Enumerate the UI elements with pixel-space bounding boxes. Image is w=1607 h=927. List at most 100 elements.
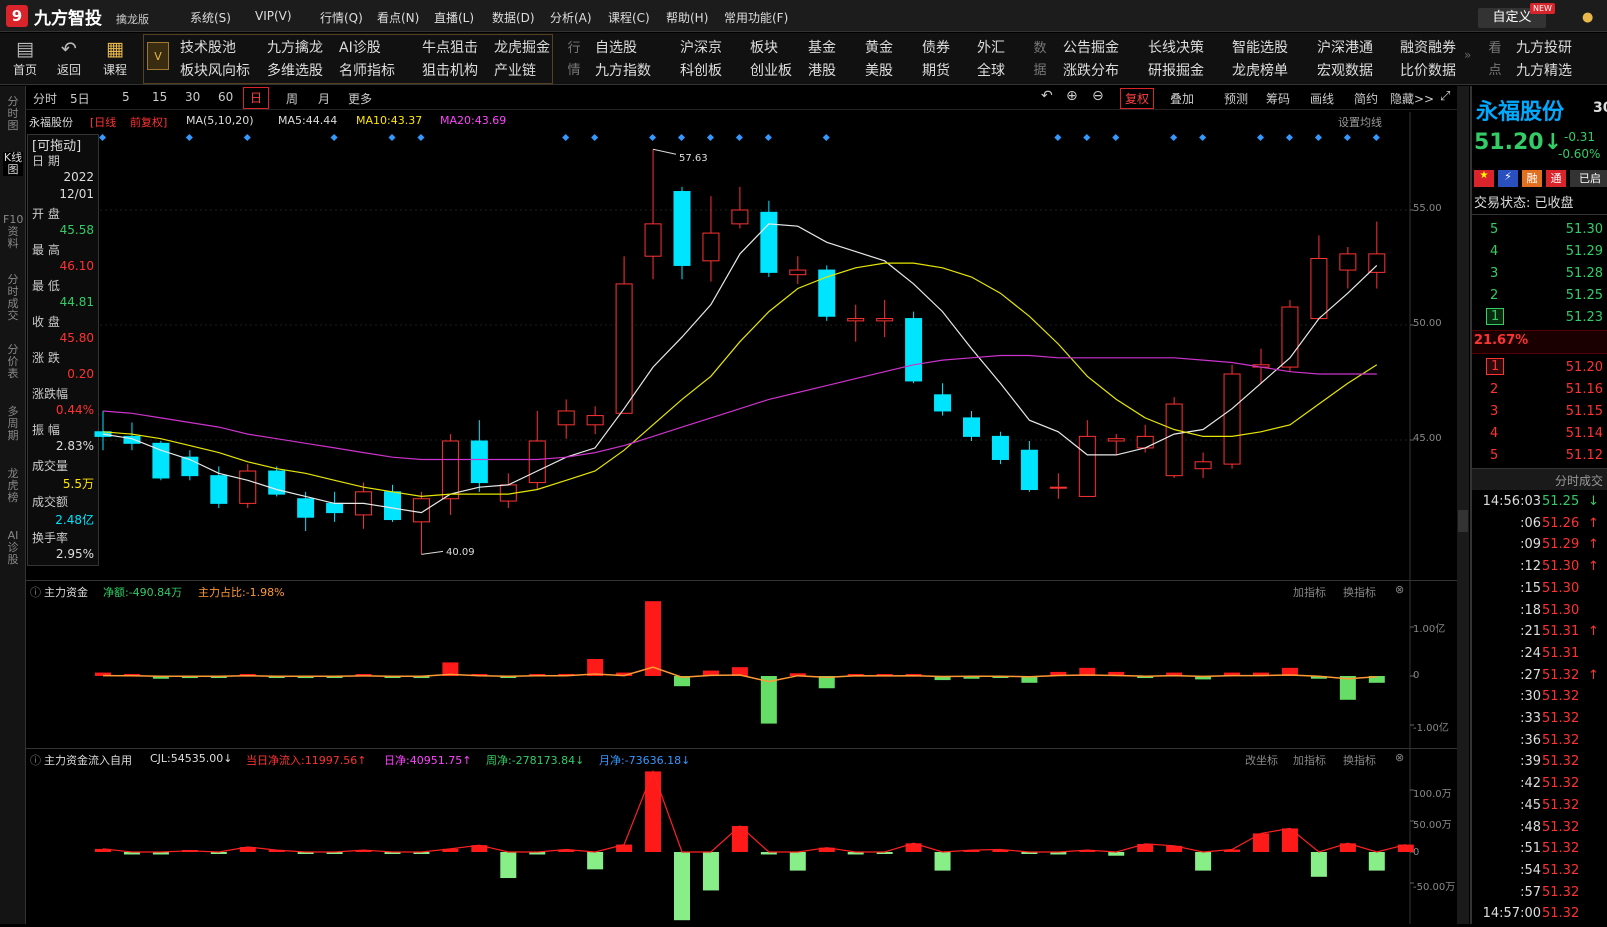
- panel2-close-icon[interactable]: ⊗: [1395, 751, 1404, 764]
- kline-chart-svg[interactable]: [0, 0, 1457, 924]
- signal-marker: [1199, 133, 1207, 142]
- tick-time: 14:57:00: [1482, 906, 1541, 922]
- bid5-num: 5: [1490, 448, 1499, 463]
- tick-arrow: ↑: [1588, 624, 1599, 640]
- panel2-switch-button[interactable]: 换指标: [1343, 752, 1376, 768]
- tick-row: :45 51.32: [1472, 798, 1607, 819]
- fund-bar: [645, 601, 662, 676]
- tick-time: :30: [1520, 689, 1541, 705]
- tick-row: :21 51.31 ↑: [1472, 624, 1607, 645]
- flow-bar: [934, 852, 951, 871]
- candle-body: [644, 223, 662, 257]
- ask4-num: 4: [1490, 244, 1499, 259]
- flow-bar: [674, 852, 690, 921]
- ma-lines-layer: [102, 223, 1378, 514]
- panel2-help-icon[interactable]: ⓘ: [30, 752, 41, 768]
- candle-body: [297, 498, 315, 518]
- ma20-line: [102, 354, 1377, 461]
- tick-arrow: ↓: [1588, 494, 1599, 509]
- signal-marker: [1083, 133, 1091, 142]
- p2-tick-100: 100.0万: [1413, 789, 1452, 800]
- ask5-num: 5: [1490, 222, 1499, 237]
- candle-body: [731, 209, 749, 225]
- flag-china-icon[interactable]: ★: [1474, 170, 1494, 187]
- candle-body: [934, 394, 952, 412]
- candle-body: [1194, 461, 1212, 470]
- chart-vertical-scrollbar[interactable]: [1457, 86, 1469, 924]
- flag-margin-icon[interactable]: 融: [1522, 170, 1542, 187]
- panel1-switch-button[interactable]: 换指标: [1343, 584, 1376, 600]
- panel2-divider: [26, 748, 1457, 749]
- tick-time: :48: [1520, 819, 1541, 835]
- tick-price: 51.32: [1542, 862, 1580, 878]
- tick-row: :48 51.32: [1472, 820, 1607, 841]
- ask2-num: 2: [1490, 288, 1499, 303]
- signal-marker: [1372, 133, 1380, 142]
- flag-enabled-label[interactable]: 已启: [1570, 170, 1607, 187]
- panel2-today: 当日净流入:11997.56↑: [246, 754, 367, 767]
- tick-time: :12: [1520, 559, 1541, 575]
- tick-time: :36: [1520, 732, 1541, 748]
- ask3-price: 51.28: [1565, 266, 1603, 281]
- expand-icon[interactable]: »: [1464, 48, 1471, 62]
- tb-research-inv[interactable]: 九方投研: [1516, 37, 1572, 57]
- candle-body: [673, 191, 691, 266]
- tick-time: :15: [1520, 580, 1541, 596]
- candle-body: [847, 318, 865, 322]
- tick-time: :09: [1520, 537, 1541, 553]
- quote-stock-name: 永福股份: [1476, 100, 1565, 125]
- panel1-add-button[interactable]: 加指标: [1293, 584, 1326, 600]
- panel2-coord-button[interactable]: 改坐标: [1245, 752, 1278, 768]
- tick-price: 51.32: [1542, 689, 1580, 705]
- ask4-price: 51.29: [1565, 244, 1603, 259]
- flag-connect-icon[interactable]: 通: [1546, 170, 1566, 187]
- tick-row: :15 51.30: [1472, 581, 1607, 602]
- p1-tick-top: 1.00亿: [1413, 624, 1446, 635]
- tick-price: 51.30: [1542, 602, 1580, 618]
- candle-body: [1107, 438, 1125, 442]
- flag-lightning-icon[interactable]: ⚡: [1498, 170, 1518, 187]
- tick-price: 51.32: [1542, 819, 1580, 835]
- tick-price: 51.32: [1542, 906, 1580, 922]
- quote-pct: -0.60%: [1558, 147, 1601, 161]
- ticks-title[interactable]: 分时成交: [1555, 472, 1603, 489]
- candle-body: [963, 417, 980, 437]
- candle-body: [991, 435, 1009, 460]
- signal-marker: [1256, 133, 1265, 142]
- tick-row: :27 51.32 ↑: [1472, 668, 1607, 689]
- tick-price: 51.32: [1542, 711, 1580, 726]
- p1-tick-bottom: -1.00亿: [1413, 723, 1449, 734]
- user-icon[interactable]: ●: [1582, 10, 1593, 25]
- tick-price: 51.26: [1542, 515, 1580, 531]
- tick-price: 51.32: [1542, 732, 1580, 748]
- panel2-cjl: CJL:54535.00↓: [150, 752, 233, 765]
- candle-body: [528, 440, 546, 484]
- tick-price: 51.32: [1542, 841, 1580, 857]
- flow-bar: [1195, 852, 1212, 871]
- panel1-help-icon[interactable]: ⓘ: [30, 584, 41, 600]
- panel2-add-button[interactable]: 加指标: [1293, 752, 1326, 768]
- candle-body: [1339, 253, 1357, 271]
- tb-selection[interactable]: 九方精选: [1516, 60, 1572, 80]
- flow-bar: [500, 852, 517, 879]
- panel1-title: 主力资金: [44, 586, 88, 599]
- panel2-month: 月净:-73636.18↓: [599, 754, 691, 767]
- tick-arrow: ↑: [1588, 537, 1599, 553]
- candle-body: [1020, 449, 1038, 491]
- chart-grid: [100, 112, 1414, 924]
- panel1-ratio: 主力占比:-1.98%: [198, 586, 285, 599]
- ask5-price: 51.30: [1565, 222, 1603, 237]
- bid1-price: 51.20: [1565, 360, 1603, 375]
- y-tick-55: 55.00: [1413, 203, 1442, 214]
- flow-bar: [645, 771, 662, 852]
- tick-time: :24: [1520, 645, 1541, 661]
- panel1-close-icon[interactable]: ⊗: [1395, 583, 1404, 596]
- bid1-num: 1: [1486, 358, 1505, 375]
- panel1-divider: [26, 580, 1457, 581]
- bid3-price: 51.15: [1565, 404, 1603, 419]
- p1-tick-zero: 0: [1413, 670, 1420, 681]
- scroll-thumb[interactable]: [1458, 510, 1468, 532]
- tick-row: :06 51.26 ↑: [1472, 516, 1607, 537]
- signal-marker: [591, 133, 599, 142]
- tick-row: :36 51.32: [1472, 733, 1607, 754]
